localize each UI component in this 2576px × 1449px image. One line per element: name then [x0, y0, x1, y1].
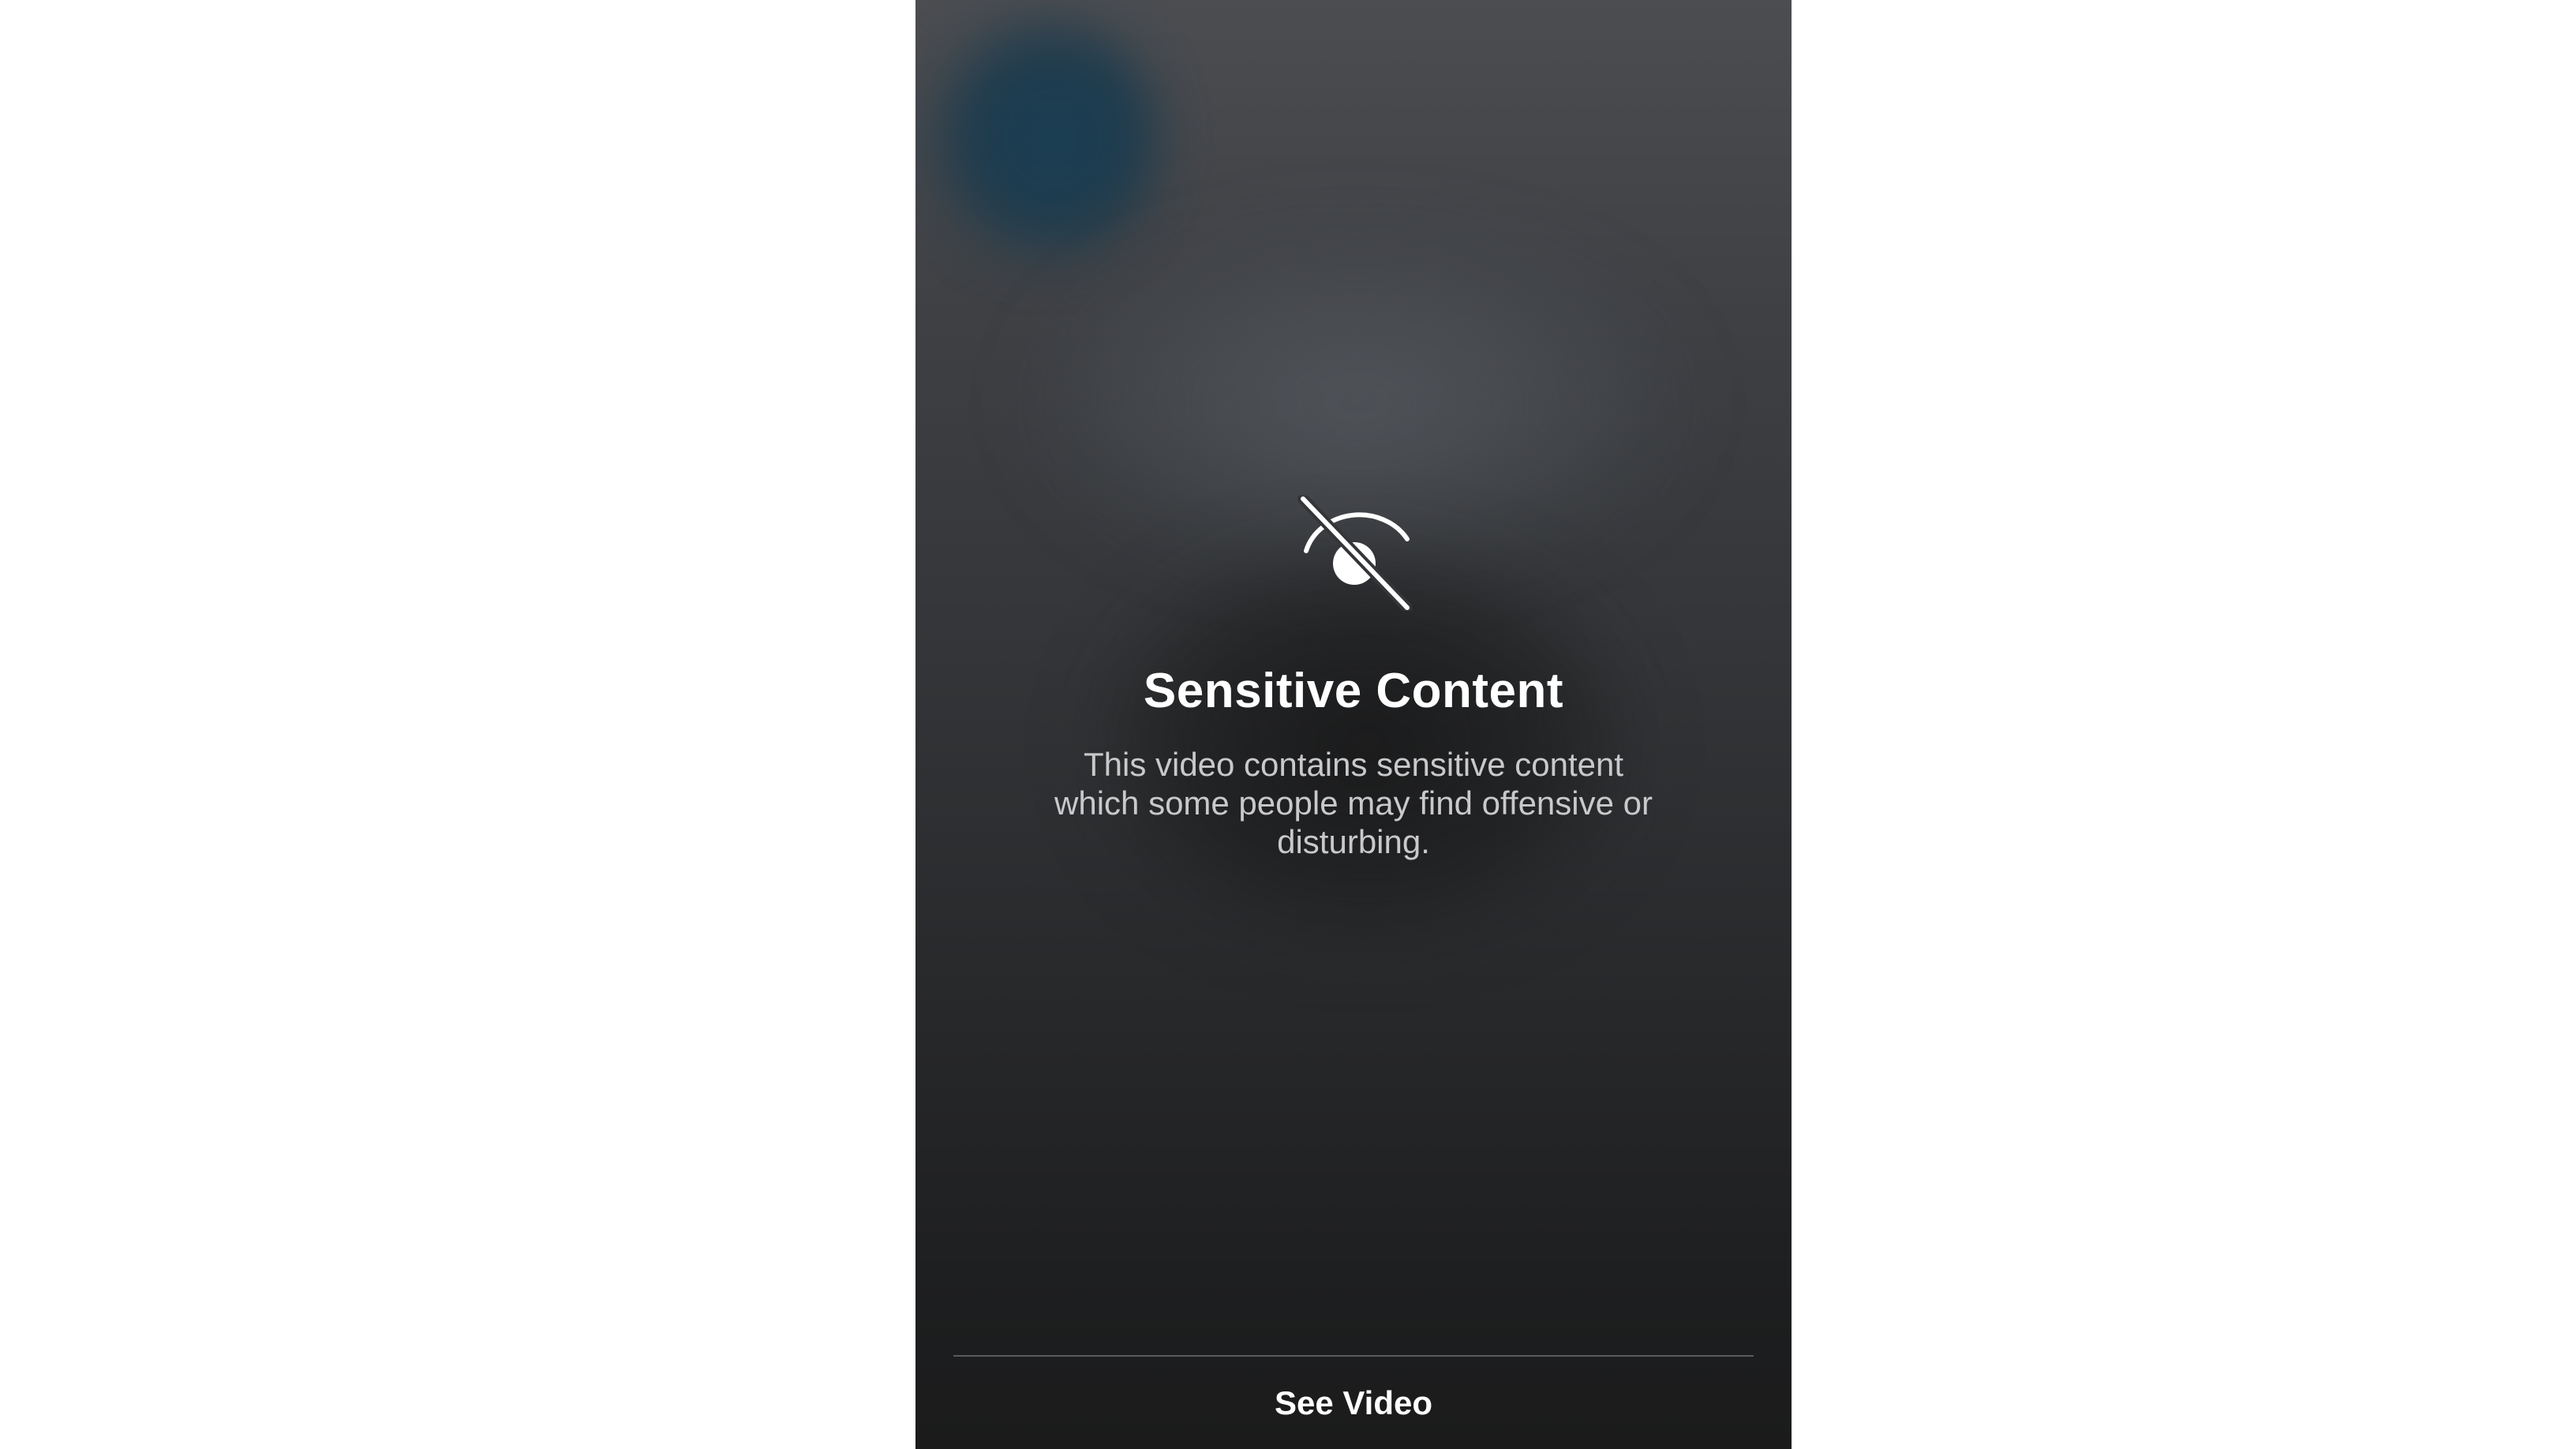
sensitive-content-title: Sensitive Content	[1143, 664, 1564, 718]
see-video-button[interactable]: See Video	[953, 1357, 1754, 1449]
sensitive-content-description: This video contains sensitive content wh…	[1054, 746, 1653, 860]
sensitive-content-overlay: Sensitive Content This video contains se…	[915, 0, 1792, 1449]
divider	[953, 1355, 1754, 1357]
screen: Sensitive Content This video contains se…	[0, 0, 2576, 1449]
eye-slash-icon	[1297, 496, 1412, 611]
blurred-video-background	[923, 8, 1160, 268]
